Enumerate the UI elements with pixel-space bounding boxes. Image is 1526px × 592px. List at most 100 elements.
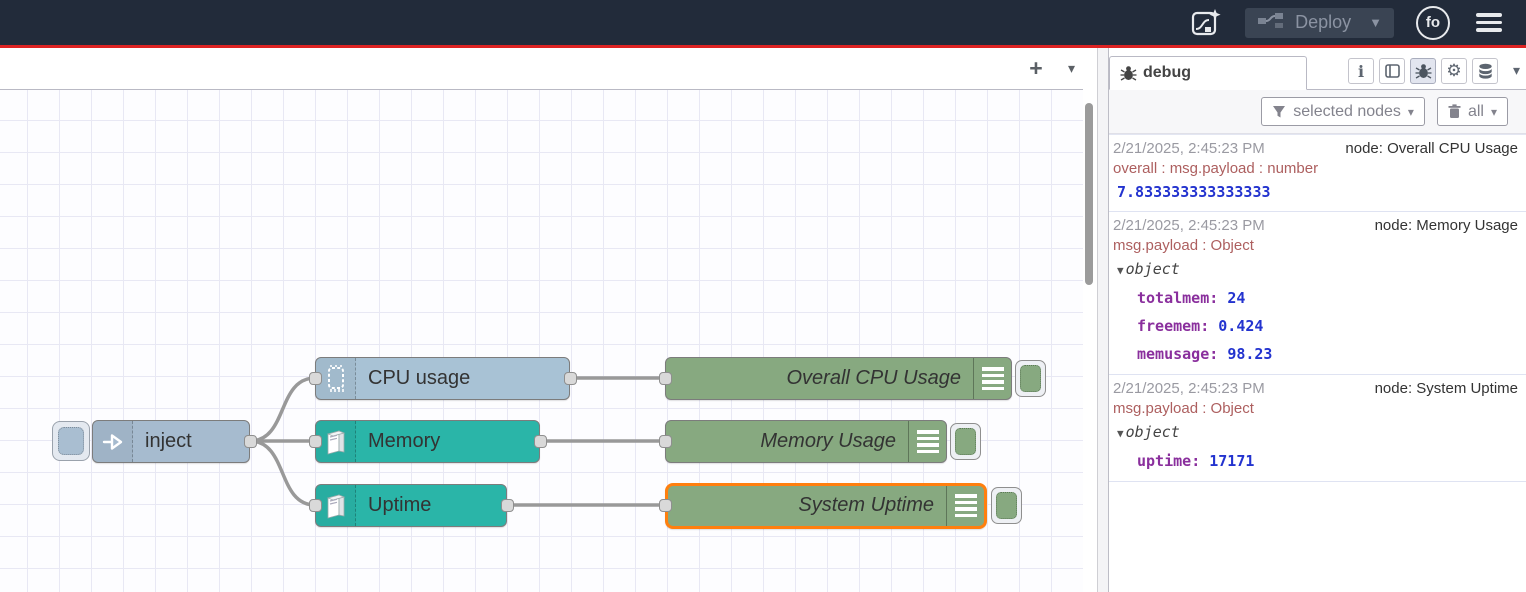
node-label: CPU usage	[356, 358, 569, 399]
debug-message[interactable]: 2/21/2025, 2:45:23 PM node: Memory Usage…	[1109, 212, 1526, 375]
node-label: inject	[133, 421, 249, 462]
node-red-app: Deploy ▼ fo + ▾	[0, 0, 1526, 592]
debug-toolbar: selected nodes ▾ all ▾	[1109, 90, 1526, 134]
tab-debug-label: debug	[1143, 64, 1191, 82]
message-node-name: node: System Uptime	[1375, 379, 1518, 399]
debug-clear-label: all	[1468, 103, 1484, 121]
message-node-name: node: Memory Usage	[1375, 216, 1518, 236]
tab-debug[interactable]: debug	[1109, 56, 1307, 90]
sidebar-help-button[interactable]	[1379, 58, 1405, 84]
main-menu-icon[interactable]	[1472, 9, 1506, 36]
database-icon	[1477, 63, 1494, 80]
wire-inject-uptime[interactable]	[250, 441, 315, 505]
deploy-label: Deploy	[1295, 12, 1351, 33]
bug-icon	[1415, 63, 1432, 79]
wire-inject-cpu[interactable]	[250, 378, 315, 441]
debug-toggle-button[interactable]	[1015, 360, 1046, 397]
port-debug-cpu-in[interactable]	[659, 372, 672, 385]
debug-console-icon	[973, 358, 1011, 399]
debug-toggle-button[interactable]	[950, 423, 981, 460]
inject-trigger-button-inner	[58, 427, 84, 455]
node-cpu-usage[interactable]: CPU usage	[315, 357, 570, 400]
debug-filter-button[interactable]: selected nodes ▾	[1261, 97, 1425, 126]
object-field: freemem0.424	[1113, 312, 1518, 340]
port-debug-uptime-in[interactable]	[659, 499, 672, 512]
port-inject-out[interactable]	[244, 435, 257, 448]
object-expander-icon[interactable]: ▼	[1117, 264, 1124, 277]
debug-console-icon	[908, 421, 946, 462]
message-timestamp: 2/21/2025, 2:45:23 PM	[1113, 139, 1265, 159]
port-memory-out[interactable]	[534, 435, 547, 448]
node-uptime[interactable]: Uptime	[315, 484, 507, 527]
flow-list-caret-icon[interactable]: ▾	[1068, 60, 1075, 77]
sidebar-tabrow: debug i	[1109, 48, 1526, 90]
debug-toggle-button[interactable]	[991, 487, 1022, 524]
server-tower-icon	[316, 421, 356, 462]
port-uptime-out[interactable]	[501, 499, 514, 512]
object-expander-icon[interactable]: ▼	[1117, 427, 1124, 440]
funnel-icon	[1272, 105, 1286, 119]
port-uptime-in[interactable]	[309, 499, 322, 512]
deploy-caret-icon[interactable]: ▼	[1361, 15, 1382, 30]
sidebar-context-button[interactable]	[1472, 58, 1498, 84]
node-memory[interactable]: Memory	[315, 420, 540, 463]
message-property: overall : msg.payload : number	[1113, 159, 1518, 179]
port-cpu-in[interactable]	[309, 372, 322, 385]
sidebar-info-button[interactable]: i	[1348, 58, 1374, 84]
info-icon: i	[1358, 62, 1364, 81]
message-value: 7.833333333333333	[1113, 179, 1518, 205]
node-label: Uptime	[356, 485, 506, 526]
port-cpu-out[interactable]	[564, 372, 577, 385]
message-property: msg.payload : Object	[1113, 399, 1518, 419]
sidebar-config-button[interactable]: ⚙	[1441, 58, 1467, 84]
sidebar-debug-button[interactable]	[1410, 58, 1436, 84]
message-node-name: node: Overall CPU Usage	[1345, 139, 1518, 159]
debug-clear-button[interactable]: all ▾	[1437, 97, 1508, 126]
debug-toggle-state	[996, 492, 1017, 519]
flow-assistant-icon[interactable]	[1189, 8, 1223, 38]
book-icon	[1384, 63, 1401, 79]
flow-canvas[interactable]: inject CPU usage	[0, 90, 1083, 592]
node-label: Memory	[356, 421, 539, 462]
inject-trigger-button[interactable]	[52, 421, 90, 461]
debug-message[interactable]: 2/21/2025, 2:45:23 PM node: Overall CPU …	[1109, 135, 1526, 212]
sidebar-tabs-caret-icon[interactable]: ▾	[1513, 62, 1520, 79]
node-label: Memory Usage	[666, 421, 908, 462]
debug-console-icon	[946, 486, 984, 526]
bug-icon	[1120, 65, 1137, 81]
debug-message-list: 2/21/2025, 2:45:23 PM node: Overall CPU …	[1109, 134, 1526, 482]
flow-tabstrip: + ▾	[0, 48, 1083, 90]
filter-caret-icon: ▾	[1408, 105, 1414, 119]
canvas-vertical-scrollbar[interactable]	[1085, 103, 1093, 285]
port-memory-in[interactable]	[309, 435, 322, 448]
message-timestamp: 2/21/2025, 2:45:23 PM	[1113, 216, 1265, 236]
cpu-chip-icon	[316, 358, 356, 399]
debug-filter-label: selected nodes	[1293, 103, 1401, 121]
object-field: totalmem24	[1113, 284, 1518, 312]
add-flow-button[interactable]: +	[1023, 56, 1049, 82]
node-label: Overall CPU Usage	[666, 358, 973, 399]
node-label: System Uptime	[668, 486, 946, 526]
header-bar: Deploy ▼ fo	[0, 0, 1526, 45]
avatar-initials: fo	[1426, 14, 1440, 31]
sidebar-splitter[interactable]	[1097, 48, 1109, 592]
server-tower-icon	[316, 485, 356, 526]
node-debug-overall-cpu[interactable]: Overall CPU Usage	[665, 357, 1012, 400]
message-timestamp: 2/21/2025, 2:45:23 PM	[1113, 379, 1265, 399]
user-avatar[interactable]: fo	[1416, 6, 1450, 40]
trash-icon	[1448, 104, 1461, 119]
debug-message[interactable]: 2/21/2025, 2:45:23 PM node: System Uptim…	[1109, 375, 1526, 482]
object-label: object	[1126, 423, 1180, 441]
debug-toggle-state	[955, 428, 976, 455]
deploy-button[interactable]: Deploy ▼	[1245, 8, 1394, 38]
object-field: uptime17171	[1113, 447, 1518, 475]
node-debug-memory[interactable]: Memory Usage	[665, 420, 947, 463]
inject-icon	[93, 421, 133, 462]
node-inject[interactable]: inject	[92, 420, 250, 463]
clear-caret-icon: ▾	[1491, 105, 1497, 119]
port-debug-memory-in[interactable]	[659, 435, 672, 448]
object-label: object	[1126, 260, 1180, 278]
object-field: memusage98.23	[1113, 340, 1518, 368]
node-debug-uptime[interactable]: System Uptime	[665, 483, 987, 529]
deploy-icon	[1257, 12, 1285, 33]
